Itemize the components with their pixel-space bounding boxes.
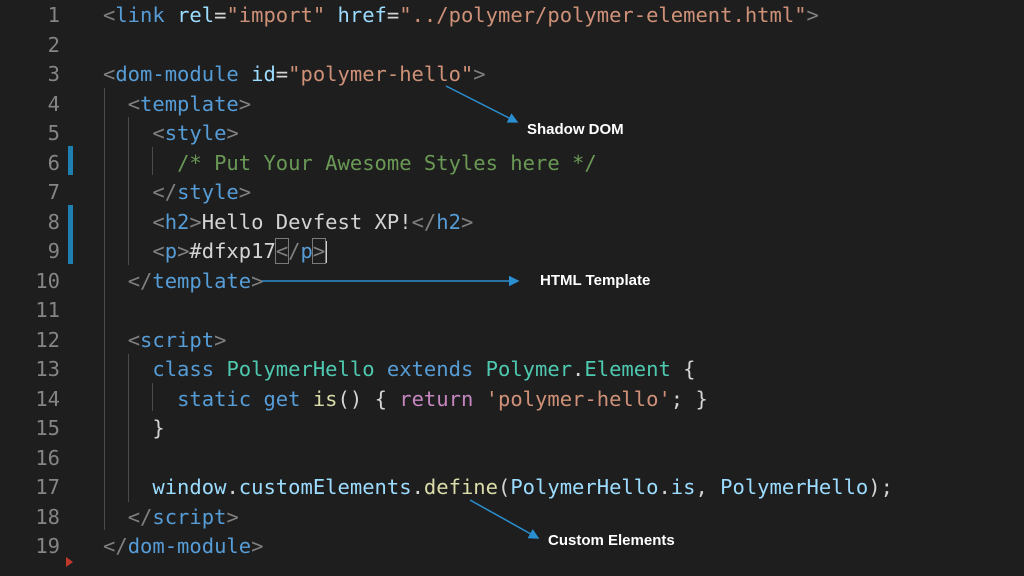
custom-elements-label: Custom Elements: [548, 532, 675, 549]
annotation-arrows: [262, 85, 540, 539]
shadow-dom-arrow: [445, 85, 519, 123]
code-editor-slide: 1 <link rel="import" href="../polymer/pol…: [0, 0, 1024, 576]
shadow-dom-label: Shadow DOM: [527, 121, 624, 138]
html-template-label: HTML Template: [540, 272, 651, 289]
custom-elements-arrow: [469, 499, 540, 539]
